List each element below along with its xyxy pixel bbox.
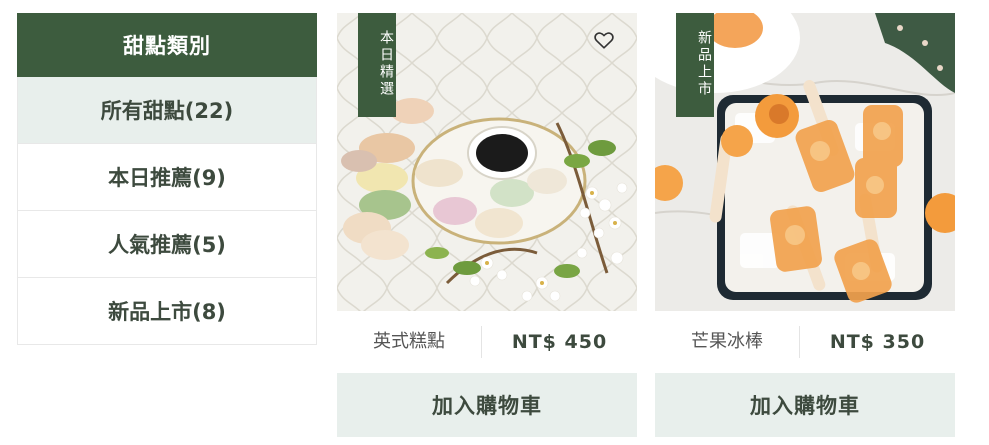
badge-featured: 本日精選 bbox=[358, 13, 396, 117]
badge-new: 新品上市 bbox=[676, 13, 714, 117]
sidebar-item-all[interactable]: 所有甜點(22) bbox=[17, 77, 317, 144]
product-name: 英式糕點 bbox=[337, 326, 482, 358]
add-to-cart-button[interactable]: 加入購物車 bbox=[337, 373, 637, 437]
product-price: NT$ 350 bbox=[829, 331, 926, 353]
product-info: 芒果冰棒 NT$ 350 bbox=[655, 311, 955, 373]
product-name: 芒果冰棒 bbox=[655, 326, 800, 358]
product-card: 本日精選 英式糕點 NT$ 450 加入購物車 bbox=[337, 13, 637, 437]
sidebar-item-popular[interactable]: 人氣推薦(5) bbox=[17, 211, 317, 278]
sidebar-item-new[interactable]: 新品上市(8) bbox=[17, 278, 317, 345]
product-info: 英式糕點 NT$ 450 bbox=[337, 311, 637, 373]
product-image-macarons[interactable]: 本日精選 bbox=[337, 13, 637, 311]
product-card: 新品上市 芒果冰棒 NT$ 350 加入購物車 bbox=[655, 13, 955, 437]
product-price: NT$ 450 bbox=[511, 331, 608, 353]
sidebar-title: 甜點類別 bbox=[17, 13, 317, 77]
sidebar-item-today[interactable]: 本日推薦(9) bbox=[17, 144, 317, 211]
product-image-popsicles[interactable]: 新品上市 bbox=[655, 13, 955, 311]
add-to-cart-button[interactable]: 加入購物車 bbox=[655, 373, 955, 437]
heart-outline-icon[interactable] bbox=[593, 29, 615, 51]
category-sidebar: 甜點類別 所有甜點(22) 本日推薦(9) 人氣推薦(5) 新品上市(8) bbox=[17, 13, 317, 345]
